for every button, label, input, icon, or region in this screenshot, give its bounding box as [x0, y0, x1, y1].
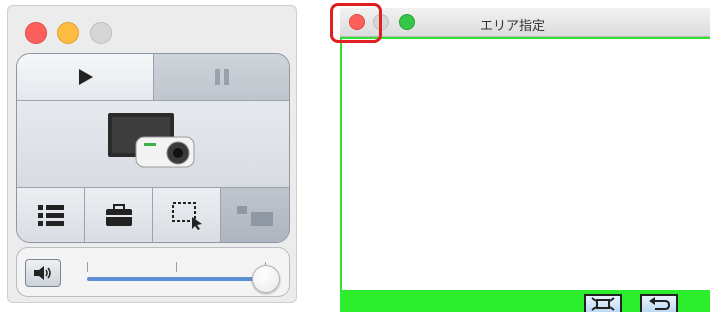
pause-button[interactable] [154, 54, 289, 101]
close-button-highlight [330, 3, 382, 43]
projector-display-icon [108, 113, 195, 168]
area-zoom-button[interactable] [399, 14, 415, 30]
area-select-button[interactable] [153, 188, 221, 242]
display-button[interactable] [17, 101, 289, 188]
selection-area[interactable] [340, 37, 710, 292]
toolbox-icon [105, 204, 132, 226]
area-window: エリア指定 [340, 8, 710, 312]
area-select-icon [171, 202, 202, 230]
play-button[interactable] [17, 54, 154, 101]
back-icon [649, 297, 671, 310]
close-button[interactable] [25, 22, 47, 44]
resize-button[interactable] [221, 188, 289, 242]
control-panel [16, 53, 290, 243]
fit-area-button[interactable] [584, 294, 622, 312]
back-button[interactable] [640, 294, 678, 312]
slider-thumb[interactable] [252, 265, 281, 293]
volume-panel [16, 247, 290, 297]
zoom-button[interactable] [90, 22, 112, 44]
fit-area-icon [591, 297, 615, 311]
toolbox-button[interactable] [85, 188, 153, 242]
pause-icon [214, 69, 229, 85]
list-button[interactable] [17, 188, 85, 242]
speaker-icon [34, 266, 51, 280]
play-icon [79, 69, 93, 85]
slider-tick [176, 262, 177, 272]
area-window-title: エリア指定 [480, 18, 546, 33]
list-icon [37, 205, 64, 226]
control-window [7, 5, 297, 303]
mute-button[interactable] [25, 259, 61, 287]
slider-track [87, 277, 265, 281]
area-bottom-bar [340, 290, 710, 312]
minimize-button[interactable] [57, 22, 79, 44]
screen-resize-icon [237, 206, 273, 226]
volume-slider[interactable] [87, 248, 283, 296]
area-window-titlebar: エリア指定 [340, 8, 710, 37]
slider-tick [87, 262, 88, 272]
